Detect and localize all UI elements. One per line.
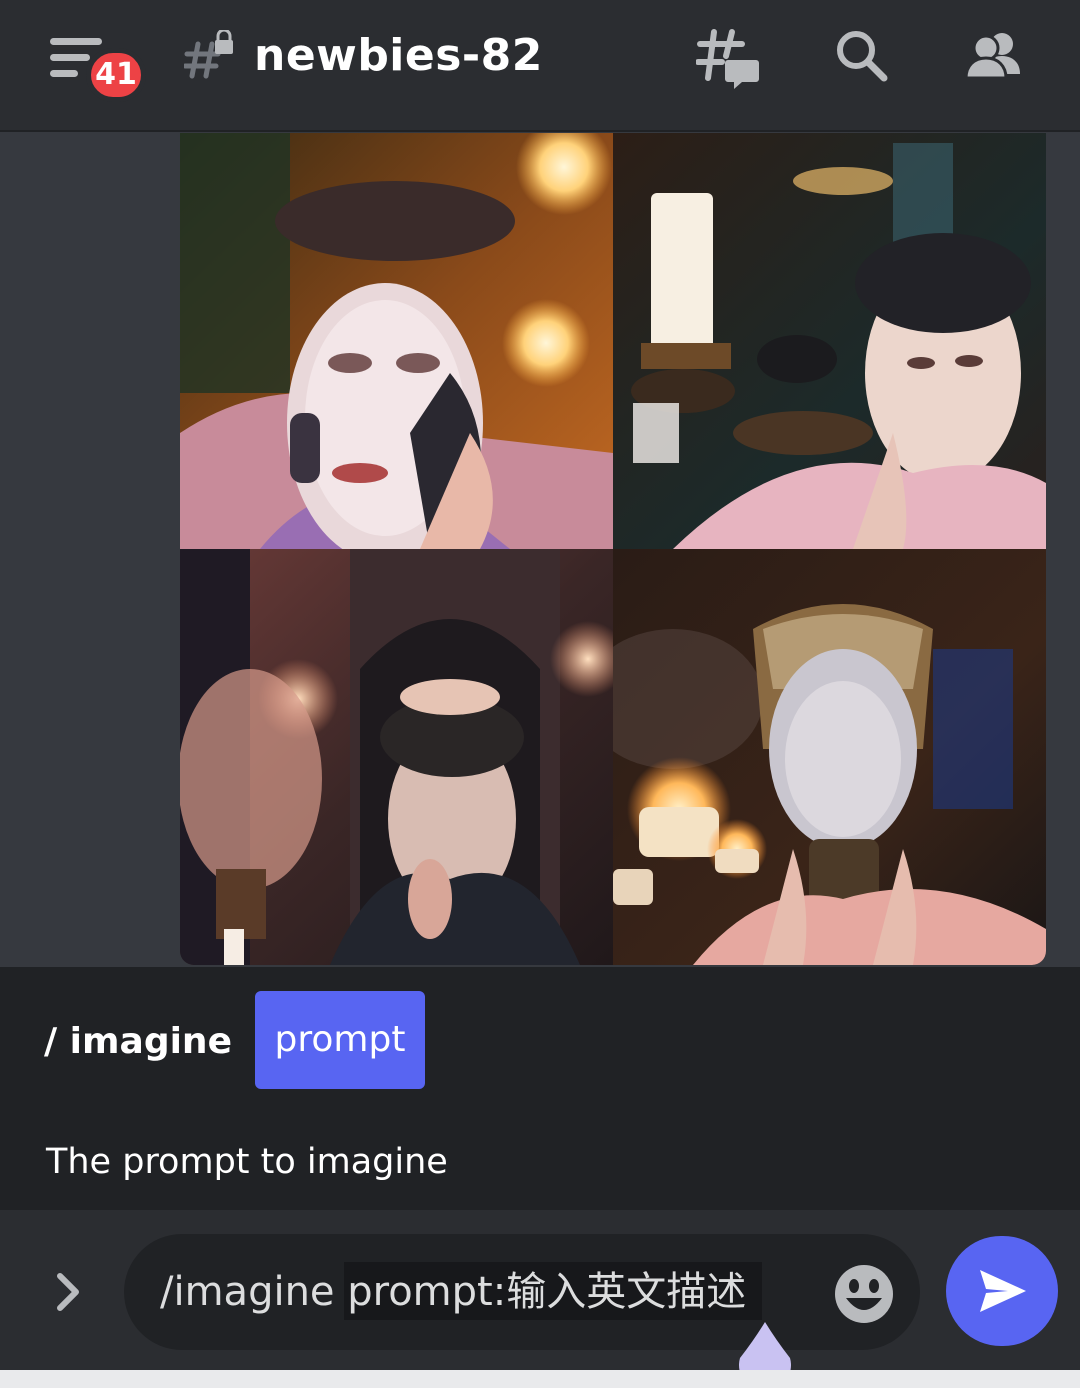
unread-badge: 41 (86, 48, 146, 102)
image-tile-3[interactable] (180, 549, 613, 965)
message-input-text[interactable]: /imagine prompt:输入英文描述 (160, 1262, 746, 1322)
send-icon (980, 1270, 1026, 1312)
image-tile-1[interactable] (180, 133, 613, 549)
search-icon[interactable] (830, 26, 894, 90)
emoji-icon[interactable] (832, 1262, 896, 1326)
send-button[interactable] (946, 1236, 1058, 1346)
keyboard-edge (0, 1370, 1080, 1388)
locked-channel-hash-icon (184, 30, 233, 79)
image-tile-2[interactable] (613, 133, 1046, 549)
image-tile-4[interactable] (613, 549, 1046, 965)
command-name: / imagine (44, 1021, 232, 1062)
chevron-right-icon[interactable] (44, 1262, 92, 1322)
threads-icon[interactable] (696, 26, 760, 90)
menu-button[interactable]: 41 (50, 34, 146, 102)
prompt-option-pill[interactable]: prompt (255, 991, 425, 1089)
option-description: The prompt to imagine (46, 1142, 448, 1182)
members-icon[interactable] (962, 26, 1026, 90)
channel-name: newbies-82 (254, 30, 543, 81)
generated-image-grid[interactable] (180, 133, 1046, 965)
